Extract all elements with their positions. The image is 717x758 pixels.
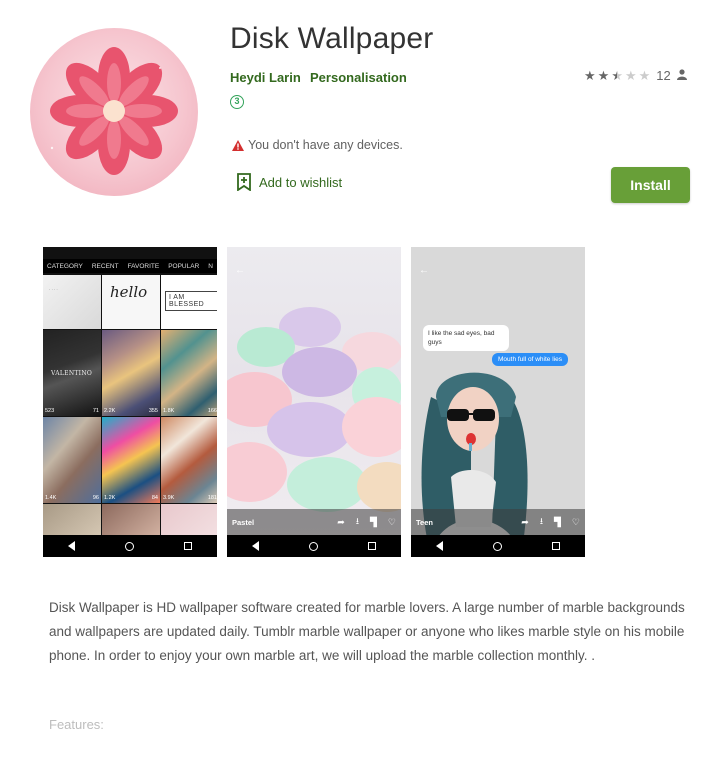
tab-popular: POPULAR bbox=[168, 262, 200, 270]
nav-recents-icon bbox=[184, 542, 192, 550]
screenshot-1[interactable]: CATEGORY RECENT FAVORITE POPULAR N · · ·… bbox=[43, 247, 217, 557]
tile-stats: 1.4K 96 bbox=[45, 495, 99, 501]
app-description: Disk Wallpaper is HD wallpaper software … bbox=[49, 600, 685, 663]
wallpaper-tile bbox=[102, 504, 160, 536]
back-arrow-icon: ← bbox=[419, 265, 429, 276]
wallpaper-tile: 1.4K 96 bbox=[43, 417, 101, 503]
macaron bbox=[342, 397, 401, 457]
star-icon: ★ bbox=[611, 67, 623, 83]
back-arrow-icon: ← bbox=[235, 265, 245, 276]
macaron bbox=[267, 402, 352, 457]
wallpaper-tile: hello bbox=[102, 275, 160, 329]
star-icon: ★ bbox=[624, 67, 637, 83]
nav-back-icon bbox=[68, 541, 75, 551]
download-icon: ⭳ bbox=[539, 516, 543, 526]
tab-more: N bbox=[208, 262, 213, 270]
macaron bbox=[227, 442, 287, 502]
paint-roller-icon: ▜ bbox=[554, 516, 561, 527]
tile-overlay-text: VALENTINO bbox=[51, 370, 93, 377]
rating-count: 12 bbox=[656, 68, 671, 83]
nav-home-icon bbox=[309, 541, 318, 551]
developer-link[interactable]: Heydi Larin bbox=[230, 70, 301, 85]
wallpaper-label: Pastel bbox=[232, 517, 255, 527]
wallpaper-tile: 3.9K 181 bbox=[161, 417, 217, 503]
bookmark-add-icon bbox=[237, 173, 251, 191]
share-icon: ➦ bbox=[521, 516, 529, 527]
nav-home-icon bbox=[125, 541, 134, 551]
tab-recent: RECENT bbox=[91, 262, 119, 270]
macaron bbox=[282, 347, 357, 397]
wallpaper-grid: · · · · hello I AM BLESSED VALENTINO 523… bbox=[43, 275, 217, 536]
macaron bbox=[357, 462, 401, 512]
wallpaper-tile: 1.8K 166 bbox=[161, 330, 217, 416]
screenshot-2[interactable]: ← Pastel ➦ ⭳ ▜ ♡ bbox=[227, 247, 401, 557]
tile-stats: 2.2K 355 bbox=[104, 408, 158, 414]
app-icon bbox=[30, 28, 198, 196]
heart-icon: ♡ bbox=[571, 516, 580, 527]
device-warning-text: You don't have any devices. bbox=[248, 138, 403, 152]
screenshot-3[interactable]: ← I like the sad eyes, bad guys Mouth fu… bbox=[411, 247, 585, 557]
add-to-wishlist-button[interactable]: Add to wishlist bbox=[237, 173, 342, 191]
flower-logo-icon bbox=[50, 45, 192, 180]
tab-favorite: FAVORITE bbox=[127, 262, 160, 270]
tab-category: CATEGORY bbox=[47, 262, 83, 270]
wallpaper-tile bbox=[43, 504, 101, 536]
tile-stats: 523 71 bbox=[45, 408, 99, 414]
macaron bbox=[287, 457, 367, 512]
chat-bubble-left: I like the sad eyes, bad guys bbox=[423, 325, 509, 351]
heart-icon: ♡ bbox=[387, 516, 396, 527]
paint-roller-icon: ▜ bbox=[370, 516, 377, 527]
warning-icon bbox=[232, 139, 244, 151]
wallpaper-tile bbox=[161, 504, 217, 536]
wallpaper-tile: · · · · bbox=[43, 275, 101, 329]
nav-home-icon bbox=[493, 541, 502, 551]
nav-back-icon bbox=[252, 541, 259, 551]
tile-stats: 1.8K 166 bbox=[163, 408, 217, 414]
wallpaper-tile: 1.2K 84 bbox=[102, 417, 160, 503]
download-icon: ⭳ bbox=[355, 516, 359, 526]
tile-overlay-text: I AM BLESSED bbox=[165, 291, 217, 311]
wallpaper-tile: 2.2K 355 bbox=[102, 330, 160, 416]
star-icon: ★ bbox=[584, 67, 596, 83]
install-button[interactable]: Install bbox=[611, 167, 690, 203]
age-rating-badge: 3 bbox=[230, 95, 244, 109]
android-nav-bar bbox=[411, 535, 585, 557]
wallpaper-tile: I AM BLESSED bbox=[161, 275, 217, 329]
wallpaper-label: Teen bbox=[416, 517, 433, 527]
features-heading: Features: bbox=[49, 717, 104, 732]
wallpaper-action-bar: Pastel ➦ ⭳ ▜ ♡ bbox=[227, 509, 401, 535]
tile-stats: 3.9K 181 bbox=[163, 495, 217, 501]
android-nav-bar bbox=[227, 535, 401, 557]
app-title: Disk Wallpaper bbox=[230, 22, 434, 55]
star-icon: ★ bbox=[638, 67, 651, 83]
wallpaper-tile: VALENTINO 523 71 bbox=[43, 330, 101, 416]
star-icon: ★ bbox=[597, 67, 610, 83]
wallpaper-tabs: CATEGORY RECENT FAVORITE POPULAR N bbox=[43, 259, 217, 273]
wallpaper-action-bar: Teen ➦ ⭳ ▜ ♡ bbox=[411, 509, 585, 535]
category-link[interactable]: Personalisation bbox=[310, 70, 407, 85]
wishlist-label: Add to wishlist bbox=[259, 174, 343, 190]
person-icon bbox=[676, 68, 687, 83]
tile-stats: 1.2K 84 bbox=[104, 495, 158, 501]
nav-back-icon bbox=[436, 541, 443, 551]
nav-recents-icon bbox=[368, 542, 376, 550]
tile-overlay-text: hello bbox=[110, 283, 148, 301]
device-warning: You don't have any devices. bbox=[232, 138, 403, 152]
share-icon: ➦ bbox=[337, 516, 345, 527]
rating-summary[interactable]: ★ ★ ★ ★ ★ 12 bbox=[584, 68, 687, 83]
nav-recents-icon bbox=[552, 542, 560, 550]
android-nav-bar bbox=[43, 535, 217, 557]
